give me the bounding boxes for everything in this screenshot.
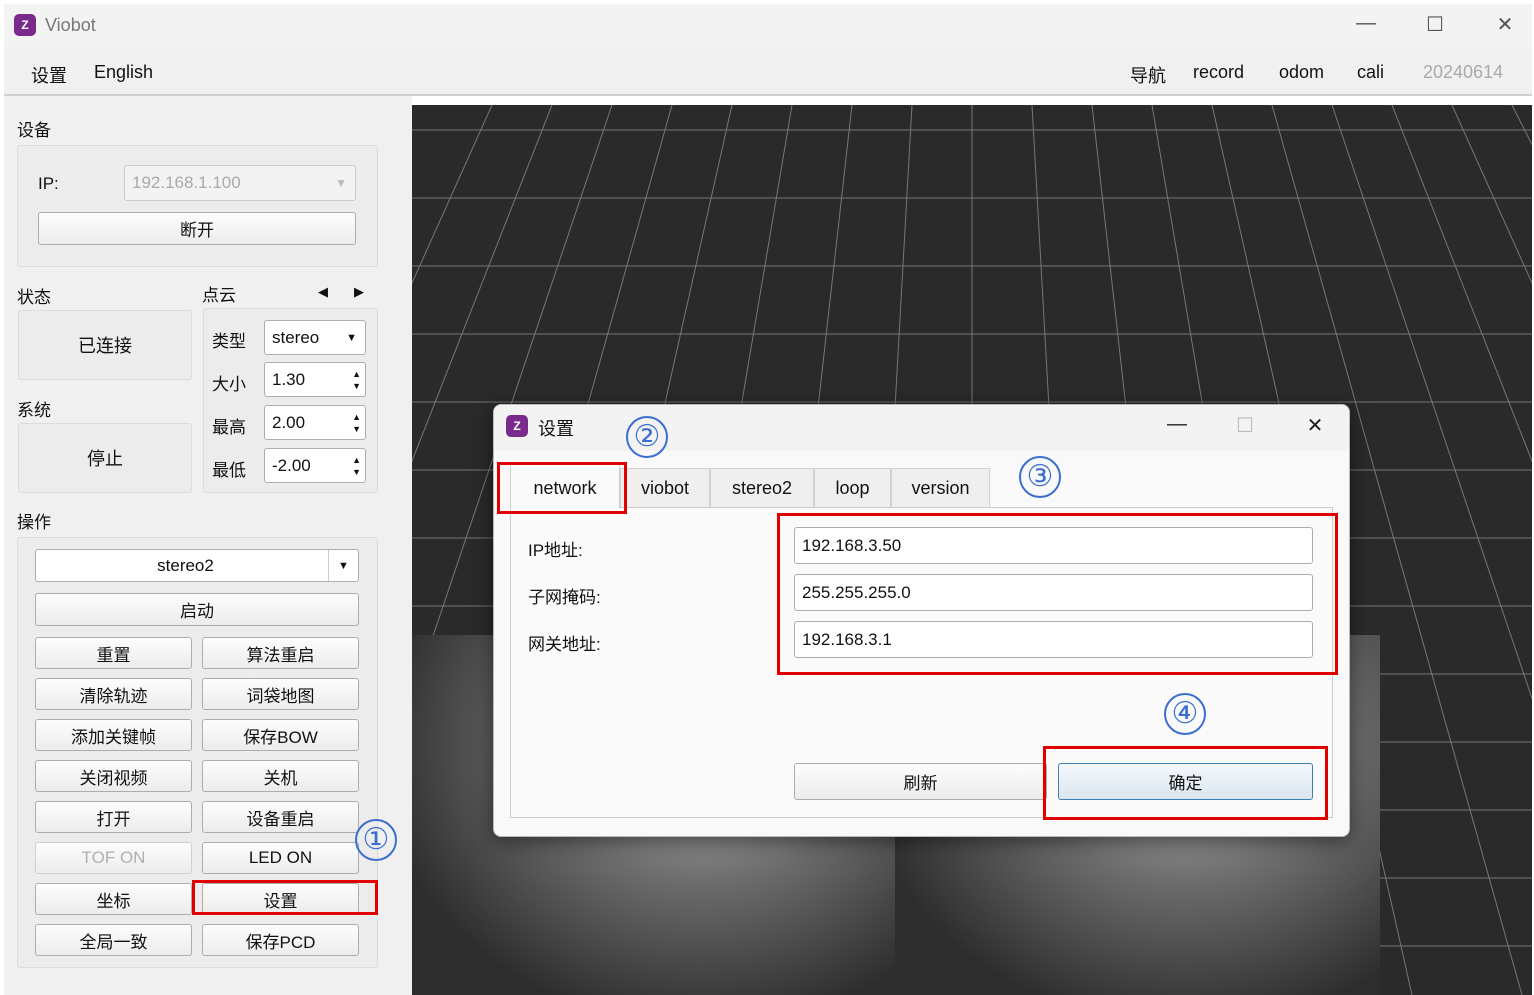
highlight-network-tab [497, 462, 627, 514]
status-value: 已连接 [78, 336, 132, 356]
arrow-left-icon[interactable]: ◀ [318, 284, 328, 300]
dialog-minimize-button[interactable]: — [1157, 413, 1197, 436]
step-3-marker: ③ [1019, 456, 1061, 498]
device-title: 设备 [17, 121, 51, 140]
tab-stereo2[interactable]: stereo2 [710, 468, 814, 508]
start-button[interactable]: 启动 [35, 593, 359, 626]
op-button[interactable]: LED ON [202, 842, 359, 874]
menu-english[interactable]: English [94, 62, 153, 83]
op-button[interactable]: 设备重启 [202, 801, 359, 833]
step-4-marker: ④ [1164, 693, 1206, 735]
highlight-network-fields [777, 513, 1338, 675]
spin-arrows-icon[interactable]: ▲ ▼ [352, 454, 361, 478]
op-button[interactable]: 清除轨迹 [35, 678, 192, 710]
size-label: 大小 [212, 375, 246, 394]
close-button[interactable]: ✕ [1485, 12, 1525, 37]
max-value: 2.00 [272, 412, 306, 432]
menu-navigation[interactable]: 导航 [1130, 62, 1166, 88]
max-label: 最高 [212, 418, 246, 437]
ops-title: 操作 [17, 513, 51, 532]
min-value: -2.00 [272, 455, 311, 475]
chevron-down-icon: ▼ [328, 550, 358, 581]
dialog-title: 设置 [538, 419, 574, 439]
arrow-right-icon[interactable]: ▶ [354, 284, 364, 300]
system-title: 系统 [17, 401, 51, 420]
op-button[interactable]: 打开 [35, 801, 192, 833]
size-spinbox[interactable]: 1.30 ▲ ▼ [264, 362, 366, 397]
pointcloud-title: 点云 [202, 286, 236, 305]
version-label: 20240614 [1423, 62, 1504, 82]
menu-record[interactable]: record [1193, 62, 1244, 83]
type-combo[interactable]: stereo ▼ [264, 320, 366, 355]
chevron-down-icon: ▼ [346, 331, 357, 344]
dialog-maximize-button[interactable]: ☐ [1225, 413, 1265, 438]
subnet-mask-label: 子网掩码: [528, 588, 601, 607]
op-button[interactable]: 坐标 [35, 883, 192, 915]
title-bar: Z Viobot — ☐ ✕ [4, 4, 1532, 48]
mode-value: stereo2 [157, 555, 214, 575]
highlight-ok-button [1043, 746, 1328, 820]
system-value: 停止 [87, 449, 123, 469]
gateway-label: 网关地址: [528, 635, 601, 654]
type-value: stereo [272, 327, 320, 347]
type-label: 类型 [212, 332, 246, 351]
app-logo-icon: Z [14, 14, 36, 36]
op-button[interactable]: 全局一致 [35, 924, 192, 956]
size-value: 1.30 [272, 369, 306, 389]
spin-arrows-icon[interactable]: ▲ ▼ [352, 368, 361, 392]
ip-address-label: IP地址: [528, 541, 583, 560]
op-button[interactable]: 关闭视频 [35, 760, 192, 792]
system-box: 停止 [18, 423, 192, 493]
highlight-settings-button [192, 880, 378, 915]
step-1-marker: ① [355, 819, 397, 861]
op-button[interactable]: 添加关键帧 [35, 719, 192, 751]
status-box: 已连接 [18, 310, 192, 380]
app-logo-icon: Z [506, 415, 528, 437]
device-group [17, 145, 378, 267]
menu-odom[interactable]: odom [1279, 62, 1324, 83]
spin-arrows-icon[interactable]: ▲ ▼ [352, 411, 361, 435]
op-button[interactable]: 关机 [202, 760, 359, 792]
op-button[interactable]: 保存PCD [202, 924, 359, 956]
min-label: 最低 [212, 461, 246, 480]
minimize-button[interactable]: — [1346, 12, 1386, 35]
op-button[interactable]: 词袋地图 [202, 678, 359, 710]
ip-combo[interactable]: 192.168.1.100 ▼ [124, 165, 356, 201]
maximize-button[interactable]: ☐ [1415, 12, 1455, 37]
mode-combo[interactable]: stereo2 ▼ [35, 549, 359, 582]
op-button[interactable]: 保存BOW [202, 719, 359, 751]
dialog-close-button[interactable]: ✕ [1295, 413, 1335, 438]
menu-settings[interactable]: 设置 [31, 62, 67, 88]
menu-cali[interactable]: cali [1357, 62, 1384, 83]
step-2-marker: ② [626, 416, 668, 458]
min-spinbox[interactable]: -2.00 ▲ ▼ [264, 448, 366, 483]
disconnect-button[interactable]: 断开 [38, 212, 356, 245]
tab-loop[interactable]: loop [814, 468, 891, 508]
window-title: Viobot [45, 15, 96, 35]
status-title: 状态 [17, 288, 51, 307]
op-button[interactable]: 算法重启 [202, 637, 359, 669]
refresh-button[interactable]: 刷新 [794, 763, 1047, 800]
dialog-titlebar [494, 405, 1349, 451]
max-spinbox[interactable]: 2.00 ▲ ▼ [264, 405, 366, 440]
ip-label: IP: [38, 174, 59, 193]
op-button[interactable]: 重置 [35, 637, 192, 669]
tab-viobot[interactable]: viobot [620, 468, 710, 508]
chevron-down-icon: ▼ [335, 176, 347, 190]
op-button[interactable]: TOF ON [35, 842, 192, 874]
tab-version[interactable]: version [891, 468, 990, 508]
ip-value: 192.168.1.100 [132, 173, 241, 192]
